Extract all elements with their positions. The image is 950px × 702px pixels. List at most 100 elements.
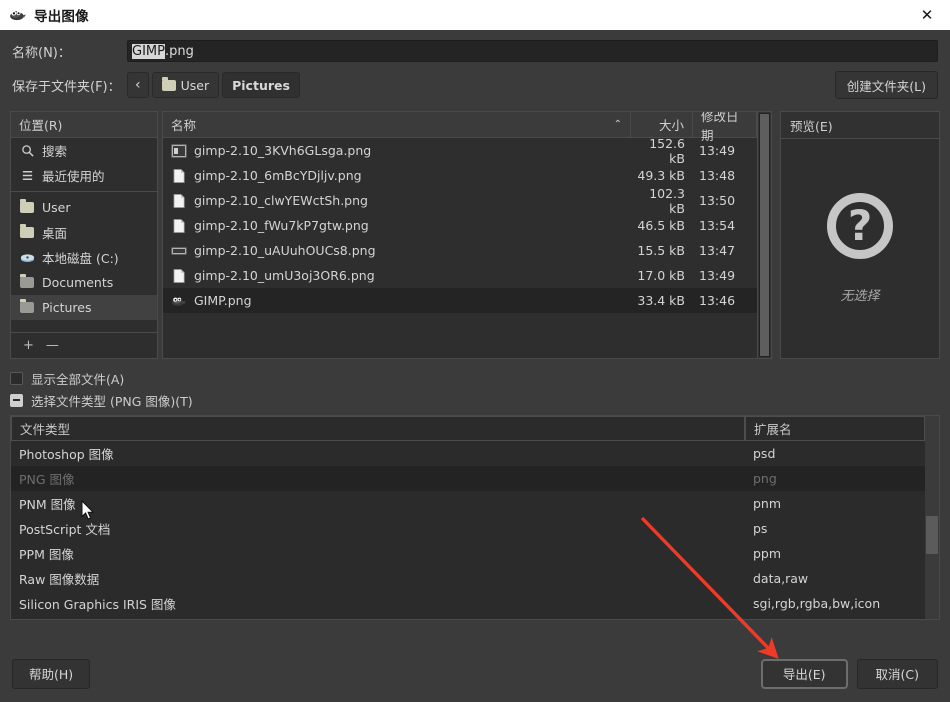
window-title: 导出图像 xyxy=(34,9,89,25)
list-item[interactable]: PNM 图像 pnm xyxy=(11,491,925,516)
create-folder-button[interactable]: 创建文件夹(L) xyxy=(834,71,938,99)
table-row[interactable]: gimp-2.10_umU3oj3OR6.png 17.0 kB 13:49 xyxy=(163,263,757,288)
file-date-cell: 13:54 xyxy=(699,218,736,233)
sidebar-item-documents[interactable]: Documents xyxy=(11,270,157,295)
sidebar-label-search: 搜索 xyxy=(42,144,68,159)
document-icon xyxy=(173,193,185,208)
table-row[interactable]: gimp-2.10_3KVh6GLsga.png 152.6 kB 13:49 xyxy=(163,138,757,166)
show-all-files-checkbox[interactable] xyxy=(10,371,23,385)
show-all-files-label: 显示全部文件(A) xyxy=(31,371,125,387)
file-list-scrollbar-thumb[interactable] xyxy=(759,113,770,357)
file-type-ext: png xyxy=(753,471,777,486)
document-icon xyxy=(173,268,185,283)
file-date-cell: 13:48 xyxy=(699,168,736,183)
sidebar-item-local-disk[interactable]: 本地磁盘 (C:) xyxy=(11,245,157,270)
list-item[interactable]: Silicon Graphics IRIS 图像 sgi,rgb,rgba,bw… xyxy=(11,591,925,616)
preview-panel: 预览(E) ? 无选择 xyxy=(780,111,940,359)
file-type-scrollbar-thumb[interactable] xyxy=(926,516,938,554)
column-header-date[interactable]: 修改日期 xyxy=(693,112,757,143)
select-file-type-row[interactable]: 选择文件类型 (PNG 图像)(T) xyxy=(10,389,940,411)
list-item[interactable]: PostScript 文档 ps xyxy=(11,516,925,541)
show-all-files-row[interactable]: 显示全部文件(A) xyxy=(10,367,940,389)
name-label: 名称(N)： xyxy=(12,45,71,61)
table-row[interactable]: gimp-2.10_6mBcYDjljv.png 49.3 kB 13:48 xyxy=(163,163,757,188)
places-footer: + — xyxy=(11,332,157,358)
column-header-extension[interactable]: 扩展名 xyxy=(745,416,925,441)
file-name-cell: gimp-2.10_uAUuhOUCs8.png xyxy=(163,243,631,259)
list-item[interactable]: PNG 图像 png xyxy=(11,466,925,491)
title-bar: 导出图像 ✕ xyxy=(0,0,950,30)
table-row[interactable]: gimp-2.10_uAUuhOUCs8.png 15.5 kB 13:47 xyxy=(163,238,757,263)
file-name-label: GIMP.png xyxy=(194,293,252,308)
dialog-footer: 帮助(H) 导出(E) 取消(C) xyxy=(0,645,950,702)
table-row[interactable]: gimp-2.10_fWu7kP7gtw.png 46.5 kB 13:54 xyxy=(163,213,757,238)
column-header-size-label: 大小 xyxy=(658,118,684,133)
column-header-size[interactable]: 大小 xyxy=(631,112,693,137)
select-file-type-label: 选择文件类型 (PNG 图像)(T) xyxy=(31,393,193,409)
file-size-cell: 33.4 kB xyxy=(637,293,685,308)
breadcrumb-label-user: User xyxy=(180,77,210,93)
sidebar-item-user[interactable]: User xyxy=(11,195,157,220)
sidebar-label-local-disk: 本地磁盘 (C:) xyxy=(42,251,119,266)
file-name-label: gimp-2.10_uAUuhOUCs8.png xyxy=(194,243,376,258)
file-size-cell: 46.5 kB xyxy=(637,218,685,233)
filename-rest-text: .png xyxy=(164,43,194,59)
file-name-label: gimp-2.10_fWu7kP7gtw.png xyxy=(194,218,369,233)
breadcrumb-back-button[interactable]: ‹ xyxy=(127,72,149,98)
file-size-cell: 17.0 kB xyxy=(637,268,685,283)
column-header-date-label: 修改日期 xyxy=(701,111,739,143)
column-header-file-type[interactable]: 文件类型 xyxy=(11,416,745,441)
file-type-name: PNG 图像 xyxy=(19,472,75,487)
file-type-body: Photoshop 图像 psd PNG 图像 png PNM 图像 pnm P… xyxy=(11,441,925,619)
add-place-button[interactable]: + xyxy=(23,339,34,352)
cancel-button[interactable]: 取消(C) xyxy=(856,658,938,689)
help-button[interactable]: 帮助(H) xyxy=(12,658,91,689)
remove-place-button[interactable]: — xyxy=(46,339,59,352)
folder-icon xyxy=(161,76,176,91)
sidebar-label-recent: 最近使用的 xyxy=(42,169,105,184)
file-date-cell: 13:49 xyxy=(699,143,736,158)
sidebar-label-desktop: 桌面 xyxy=(42,226,68,241)
wilber-icon xyxy=(10,10,26,21)
file-name-label: gimp-2.10_clwYEWctSh.png xyxy=(194,193,368,208)
sidebar-item-recent[interactable]: 最近使用的 xyxy=(11,163,157,188)
options-section: 显示全部文件(A) 选择文件类型 (PNG 图像)(T) xyxy=(0,359,950,411)
file-type-scrollbar[interactable] xyxy=(925,416,939,619)
filename-input[interactable]: GIMP .png xyxy=(127,40,938,62)
list-item[interactable]: Photoshop 图像 psd xyxy=(11,441,925,466)
breadcrumb-label-pictures: Pictures xyxy=(232,77,290,93)
column-header-name[interactable]: 名称 ⌃ xyxy=(163,112,631,137)
file-list-scrollbar[interactable] xyxy=(757,112,771,358)
file-name-label: gimp-2.10_3KVh6GLsga.png xyxy=(194,143,372,158)
file-browser: 位置(R) 搜索 最近使用的 User 桌面 本地磁盘 (C:) Documen… xyxy=(10,111,940,359)
file-name-cell: gimp-2.10_fWu7kP7gtw.png xyxy=(163,218,631,234)
file-date-cell: 13:49 xyxy=(699,268,736,283)
export-button[interactable]: 导出(E) xyxy=(760,658,848,689)
preview-body: ? 无选择 xyxy=(780,139,940,359)
list-item[interactable]: Raw 图像数据 data,raw xyxy=(11,566,925,591)
close-icon[interactable]: ✕ xyxy=(904,0,950,30)
breadcrumb-item-user[interactable]: User xyxy=(151,72,220,98)
folder-icon xyxy=(19,224,35,240)
sidebar-item-desktop[interactable]: 桌面 xyxy=(11,220,157,245)
filename-selected-text: GIMP xyxy=(132,43,165,59)
table-row[interactable]: gimp-2.10_clwYEWctSh.png 102.3 kB 13:50 xyxy=(163,186,757,216)
file-size-cell: 152.6 kB xyxy=(649,138,685,166)
file-size-cell: 15.5 kB xyxy=(637,243,685,258)
sidebar-item-search[interactable]: 搜索 xyxy=(11,138,157,163)
list-item[interactable]: PPM 图像 ppm xyxy=(11,541,925,566)
breadcrumb: ‹ User Pictures xyxy=(127,72,300,98)
file-type-name: Silicon Graphics IRIS 图像 xyxy=(19,597,176,612)
expander-collapse-icon[interactable] xyxy=(10,393,23,407)
breadcrumb-item-pictures[interactable]: Pictures xyxy=(222,72,300,98)
file-name-cell: gimp-2.10_clwYEWctSh.png xyxy=(163,193,631,209)
thumbnail-icon xyxy=(171,144,187,157)
file-type-ext: sgi,rgb,rgba,bw,icon xyxy=(753,596,881,611)
wilber-icon xyxy=(172,297,186,306)
table-row[interactable]: GIMP.png 33.4 kB 13:46 xyxy=(163,288,757,313)
document-icon xyxy=(173,168,185,183)
document-icon xyxy=(173,218,185,233)
sidebar-item-pictures[interactable]: Pictures xyxy=(11,295,157,320)
search-icon xyxy=(19,144,35,158)
file-type-ext: ps xyxy=(753,521,768,536)
